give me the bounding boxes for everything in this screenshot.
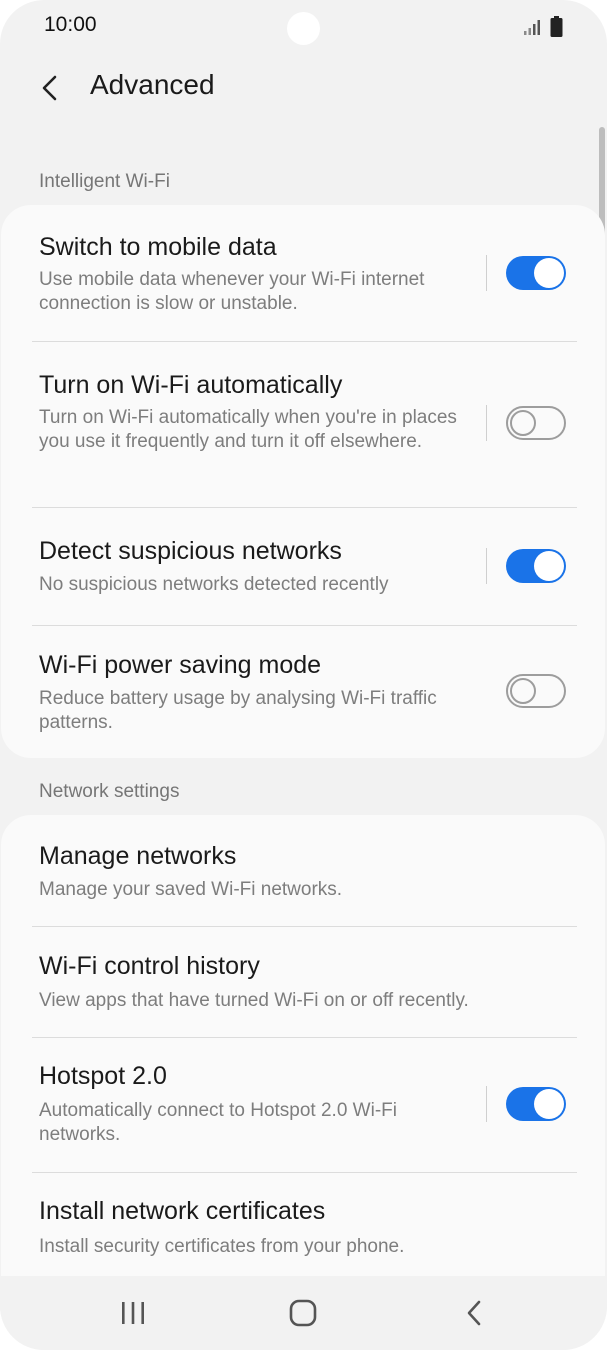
toggle-detect-suspicious-networks[interactable] <box>506 549 566 583</box>
setting-title: Switch to mobile data <box>39 233 277 261</box>
setting-turn-on-wifi-automatically[interactable]: Turn on Wi-Fi automatically Turn on Wi-F… <box>1 342 605 507</box>
setting-wifi-power-saving-mode[interactable]: Wi-Fi power saving mode Reduce battery u… <box>1 626 605 758</box>
recent-apps-button[interactable] <box>103 1288 163 1338</box>
battery-icon <box>550 16 563 37</box>
back-button[interactable] <box>30 68 70 108</box>
home-button[interactable] <box>273 1288 333 1338</box>
signal-icon <box>524 20 540 35</box>
setting-subtitle: Use mobile data whenever your Wi-Fi inte… <box>39 269 425 314</box>
section-header-intelligent-wifi: Intelligent Wi-Fi <box>39 171 170 192</box>
setting-title: Wi-Fi control history <box>39 952 260 980</box>
status-time: 10:00 <box>44 13 97 36</box>
setting-title: Detect suspicious networks <box>39 537 342 565</box>
setting-manage-networks[interactable]: Manage networks Manage your saved Wi-Fi … <box>1 815 605 926</box>
setting-title: Wi-Fi power saving mode <box>39 651 322 679</box>
setting-subtitle: Automatically connect to Hotspot 2.0 Wi-… <box>39 1100 397 1145</box>
toggle-wifi-power-saving-mode[interactable] <box>506 674 566 708</box>
toggle-switch-to-mobile-data[interactable] <box>506 256 566 290</box>
vertical-separator <box>486 405 487 441</box>
setting-subtitle: Install security certificates from your … <box>39 1236 405 1257</box>
card-intelligent-wifi: Switch to mobile data Use mobile data wh… <box>1 205 605 758</box>
setting-hotspot-2[interactable]: Hotspot 2.0 Automatically connect to Hot… <box>1 1038 605 1172</box>
navigation-bar <box>0 1276 607 1350</box>
setting-title: Manage networks <box>39 842 237 870</box>
section-header-network-settings: Network settings <box>39 781 180 802</box>
home-icon <box>289 1299 317 1327</box>
setting-wifi-control-history[interactable]: Wi-Fi control history View apps that hav… <box>1 927 605 1037</box>
vertical-separator <box>486 255 487 291</box>
status-bar: 10:00 <box>0 0 607 56</box>
setting-subtitle: Manage your saved Wi-Fi networks. <box>39 879 343 900</box>
setting-title: Turn on Wi-Fi automatically <box>39 371 343 399</box>
vertical-separator <box>486 1086 487 1122</box>
setting-subtitle: Turn on Wi-Fi automatically when you're … <box>39 407 457 452</box>
vertical-separator <box>486 548 487 584</box>
card-network-settings: Manage networks Manage your saved Wi-Fi … <box>1 815 605 1276</box>
app-bar: Advanced <box>0 56 607 120</box>
page-title: Advanced <box>90 69 215 100</box>
setting-subtitle: No suspicious networks detected recently <box>39 574 389 595</box>
setting-switch-to-mobile-data[interactable]: Switch to mobile data Use mobile data wh… <box>1 205 605 341</box>
nav-back-button[interactable] <box>444 1288 504 1338</box>
phone-screen: 10:00 Advanced Intelligent Wi-Fi Switch … <box>0 0 607 1350</box>
back-icon <box>467 1300 481 1326</box>
camera-cutout <box>287 12 320 45</box>
setting-install-network-certificates[interactable]: Install network certificates Install sec… <box>1 1173 605 1276</box>
setting-subtitle: View apps that have turned Wi-Fi on or o… <box>39 990 469 1011</box>
chevron-left-icon <box>42 75 57 101</box>
toggle-turn-on-wifi-automatically[interactable] <box>506 406 566 440</box>
recent-apps-icon <box>122 1302 144 1324</box>
setting-title: Install network certificates <box>39 1197 326 1225</box>
setting-subtitle: Reduce battery usage by analysing Wi-Fi … <box>39 688 437 733</box>
setting-detect-suspicious-networks[interactable]: Detect suspicious networks No suspicious… <box>1 508 605 625</box>
toggle-hotspot-2[interactable] <box>506 1087 566 1121</box>
setting-title: Hotspot 2.0 <box>39 1062 167 1090</box>
